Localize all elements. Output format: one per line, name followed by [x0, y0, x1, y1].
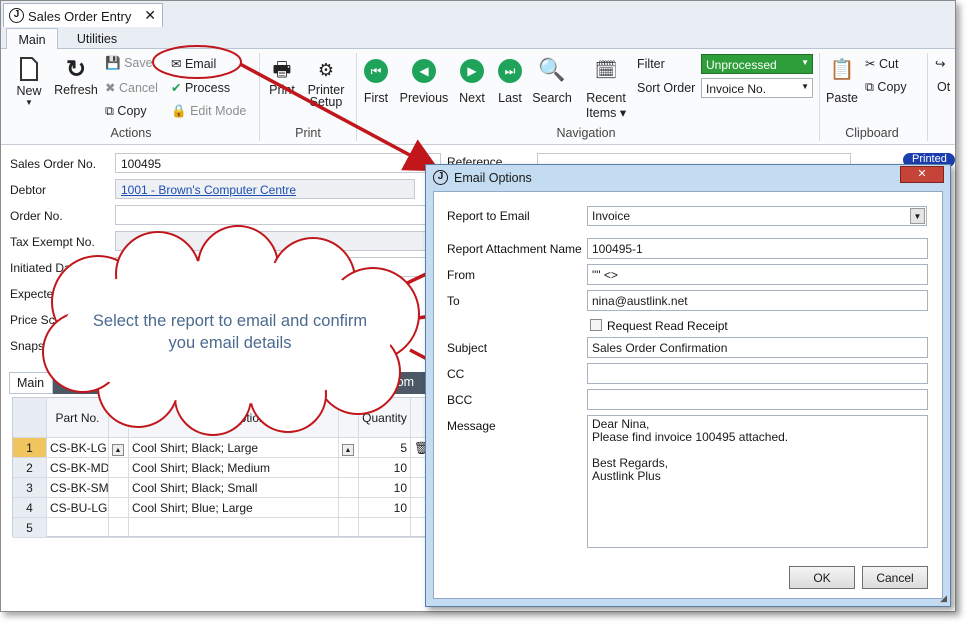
report-to-email-label: Report to Email [447, 209, 530, 223]
attachment-name-field[interactable]: 100495-1 [587, 238, 928, 259]
subject-label: Subject [447, 341, 488, 355]
read-receipt-checkbox[interactable] [590, 319, 602, 331]
message-line: Please find invoice 100495 attached. [592, 430, 789, 444]
cancel-dialog-button[interactable]: Cancel [862, 566, 928, 589]
message-label: Message [447, 419, 496, 433]
email-highlight-ring [152, 45, 242, 79]
ok-button[interactable]: OK [789, 566, 855, 589]
bcc-field[interactable] [587, 389, 928, 410]
report-value: Invoice [592, 209, 631, 223]
callout-text: Select the report to email and confirm y… [92, 312, 368, 352]
email-options-dialog: J Email Options ✕ Report to Email Invoic… [425, 164, 951, 607]
dialog-logo-icon: J [433, 170, 448, 185]
dialog-close-button[interactable]: ✕ [900, 166, 944, 183]
message-field[interactable]: Dear Nina, Please find invoice 100495 at… [587, 415, 928, 548]
chevron-down-icon: ▼ [910, 208, 925, 224]
cc-label: CC [447, 367, 465, 381]
arrow-to-dialog [239, 62, 441, 172]
close-icon: ✕ [917, 168, 927, 180]
read-receipt-label: Request Read Receipt [607, 319, 728, 333]
to-field[interactable]: nina@austlink.net [587, 290, 928, 311]
from-field[interactable]: "" <> [587, 264, 928, 285]
resize-grip-icon[interactable]: ◢ [940, 593, 947, 604]
cc-field[interactable] [587, 363, 928, 384]
attachment-name-label: Report Attachment Name [447, 242, 582, 256]
subject-field[interactable]: Sales Order Confirmation [587, 337, 928, 358]
report-to-email-select[interactable]: Invoice ▼ [587, 206, 927, 226]
bcc-label: BCC [447, 393, 473, 407]
dialog-title: Email Options [454, 171, 532, 185]
dialog-body: Report to Email Invoice ▼ Report Attachm… [433, 191, 943, 599]
to-label: To [447, 294, 460, 308]
from-label: From [447, 268, 475, 282]
message-line: Austlink Plus [592, 469, 661, 483]
